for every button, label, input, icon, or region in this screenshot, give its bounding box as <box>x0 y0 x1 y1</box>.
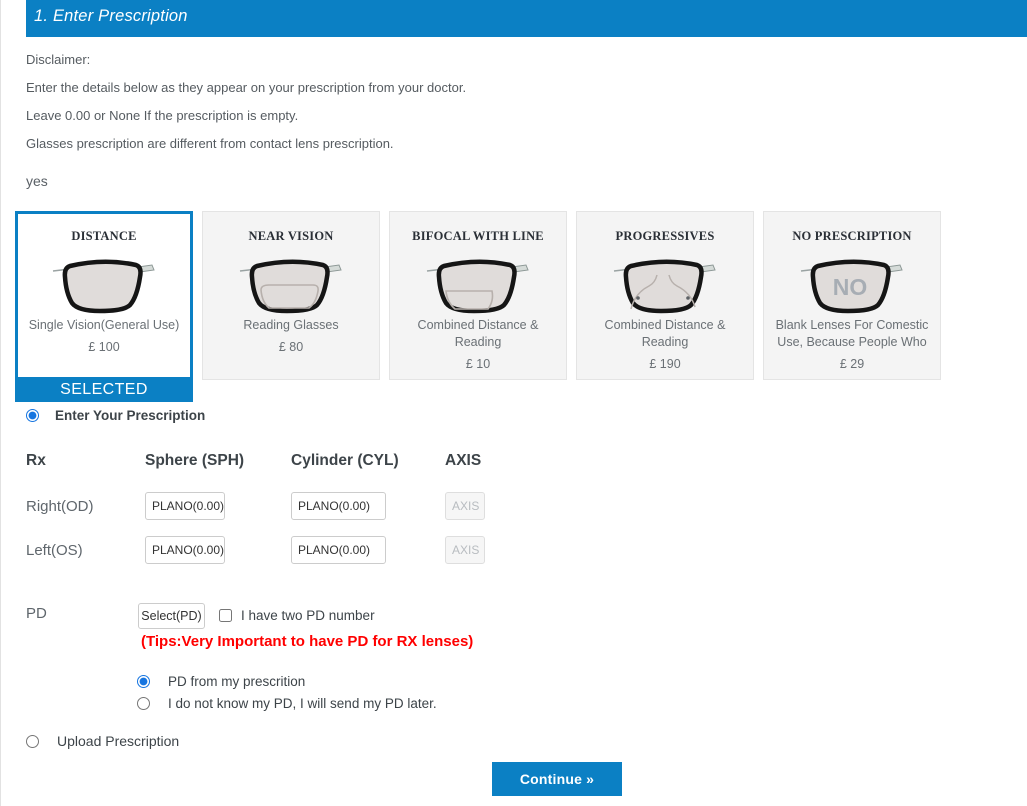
lens-card-description: Blank Lenses For Comestic Use, Because P… <box>775 318 929 349</box>
lens-card-description: Reading Glasses <box>243 318 339 332</box>
column-header-cylinder: Cylinder (CYL) <box>291 452 399 469</box>
lens-card-title: NEAR VISION <box>248 229 334 243</box>
eyeglass-lens-plain-icon <box>18 251 190 317</box>
disclaimer-note: yes <box>26 173 48 189</box>
lens-card-near-vision[interactable]: NEAR VISION Reading Glasses £ 80 <box>202 211 380 380</box>
lens-card-description: Single Vision(General Use) <box>28 318 180 332</box>
two-pd-label: I have two PD number <box>241 608 375 623</box>
disclaimer-line: Enter the details below as they appear o… <box>26 80 467 95</box>
row-label-right-od: Right(OD) <box>26 498 94 515</box>
pd-option-label: I do not know my PD, I will send my PD l… <box>168 696 437 711</box>
svg-text:NO: NO <box>833 274 868 300</box>
table-row: Right(OD) PLANO(0.00) PLANO(0.00) AXIS <box>26 492 586 536</box>
disclaimer-block: Disclaimer: Enter the details below as t… <box>26 46 926 158</box>
disclaimer-line: Disclaimer: <box>26 52 91 67</box>
pd-unknown-radio[interactable] <box>137 697 150 710</box>
sphere-select-left[interactable]: PLANO(0.00) <box>145 536 225 564</box>
lens-card-price: £ 29 <box>839 357 865 371</box>
axis-select-left: AXIS <box>445 536 485 564</box>
lens-card-price: £ 10 <box>465 357 491 371</box>
lens-card-title: PROGRESSIVES <box>615 229 715 243</box>
lens-card-title: DISTANCE <box>71 229 137 243</box>
cylinder-select-right[interactable]: PLANO(0.00) <box>291 492 386 520</box>
continue-button[interactable]: Continue » <box>492 762 622 796</box>
lens-card-bifocal-with-line[interactable]: BIFOCAL WITH LINE Combined Distance & Re… <box>389 211 567 380</box>
page-title: 1. Enter Prescription <box>34 7 188 25</box>
pd-select[interactable]: Select(PD) <box>138 603 205 629</box>
row-label-left-os: Left(OS) <box>26 542 83 559</box>
lens-card-selected-badge: SELECTED <box>15 377 193 402</box>
prescription-table: Rx Sphere (SPH) Cylinder (CYL) AXIS Righ… <box>26 452 586 580</box>
pd-tips-text: (Tips:Very Important to have PD for RX l… <box>141 633 474 650</box>
eyeglass-lens-reading-icon <box>203 251 379 317</box>
two-pd-checkbox[interactable] <box>219 609 232 622</box>
lens-card-price: £ 100 <box>88 340 120 354</box>
column-header-sphere: Sphere (SPH) <box>145 452 245 469</box>
lens-card-distance[interactable]: DISTANCE Single Vision(General Use) £ 10… <box>15 211 193 402</box>
column-header-axis: AXIS <box>445 452 482 469</box>
pd-label: PD <box>26 605 47 622</box>
lens-card-price: £ 80 <box>278 340 304 354</box>
lens-card-description: Combined Distance & Reading <box>417 318 539 349</box>
column-header-rx: Rx <box>26 452 46 469</box>
pd-option-unknown[interactable]: I do not know my PD, I will send my PD l… <box>137 696 437 711</box>
enter-prescription-option[interactable]: Enter Your Prescription <box>26 408 205 423</box>
pd-from-prescription-radio[interactable] <box>137 675 150 688</box>
lens-card-progressives[interactable]: PROGRESSIVES Combined Distance & Reading… <box>576 211 754 380</box>
eyeglass-lens-progressive-icon <box>577 251 753 317</box>
prescription-page: 1. Enter Prescription Disclaimer: Enter … <box>0 0 1027 806</box>
cylinder-select-left[interactable]: PLANO(0.00) <box>291 536 386 564</box>
lens-card-description: Combined Distance & Reading <box>604 318 726 349</box>
table-header-row: Rx Sphere (SPH) Cylinder (CYL) AXIS <box>26 452 586 492</box>
lens-card-title: NO PRESCRIPTION <box>792 229 912 243</box>
step-header: 1. Enter Prescription <box>26 0 1027 37</box>
lens-card-no-prescription[interactable]: NO PRESCRIPTION NO Blank Lenses For Come… <box>763 211 941 380</box>
sphere-select-right[interactable]: PLANO(0.00) <box>145 492 225 520</box>
lens-type-card-list: DISTANCE Single Vision(General Use) £ 10… <box>15 211 1015 402</box>
lens-card-price: £ 190 <box>649 357 681 371</box>
eyeglass-lens-no-icon: NO <box>764 251 940 317</box>
eyeglass-lens-bifocal-icon <box>390 251 566 317</box>
pd-option-label: PD from my prescrition <box>168 674 306 689</box>
lens-card-title: BIFOCAL WITH LINE <box>412 229 544 243</box>
disclaimer-line: Glasses prescription are different from … <box>26 136 394 151</box>
upload-prescription-radio[interactable] <box>26 734 39 748</box>
pd-option-from-prescription[interactable]: PD from my prescrition <box>137 674 305 689</box>
disclaimer-line: Leave 0.00 or None If the prescription i… <box>26 108 299 123</box>
table-row: Left(OS) PLANO(0.00) PLANO(0.00) AXIS <box>26 536 586 580</box>
upload-prescription-label: Upload Prescription <box>57 733 180 749</box>
enter-prescription-label: Enter Your Prescription <box>55 408 206 423</box>
enter-prescription-radio[interactable] <box>26 409 39 422</box>
axis-select-right: AXIS <box>445 492 485 520</box>
upload-prescription-option[interactable]: Upload Prescription <box>26 733 179 749</box>
